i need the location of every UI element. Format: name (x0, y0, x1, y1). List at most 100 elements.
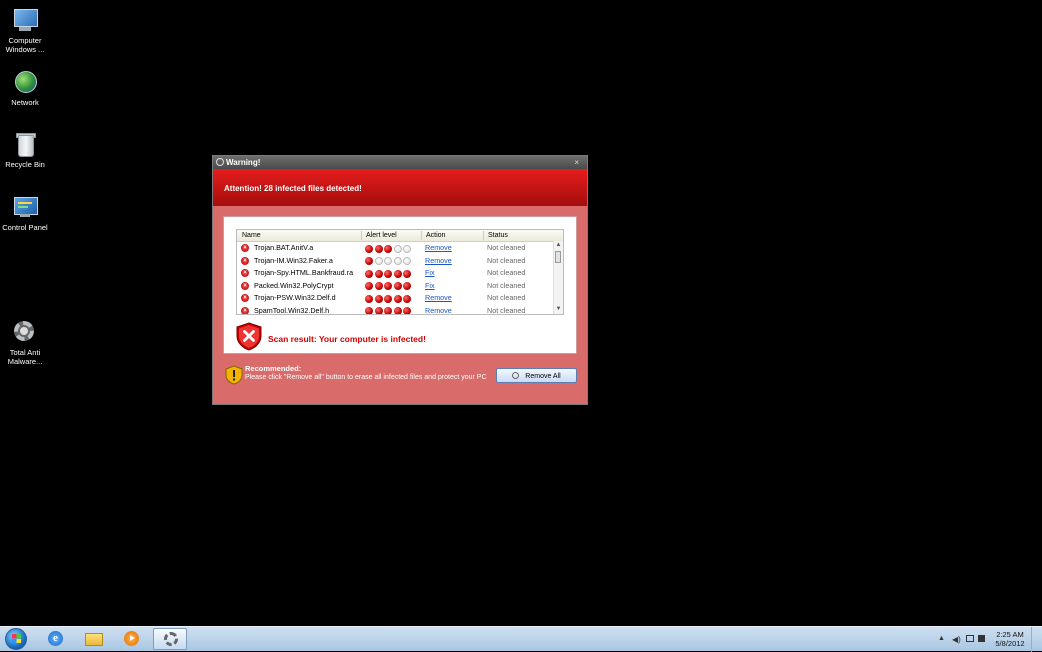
infected-icon: × (241, 244, 249, 252)
action-link[interactable]: Remove (425, 242, 452, 255)
status-text: Not cleaned (487, 255, 526, 265)
internet-explorer-icon: e (48, 631, 63, 646)
desktop-icon-sublabel: Malware... (7, 357, 43, 366)
desktop-icon-label: Computer (8, 36, 42, 45)
alert-level-dot (403, 307, 411, 314)
recycle-bin-icon (11, 131, 39, 157)
alert-level-dot (403, 269, 411, 278)
taskbar-internet-explorer[interactable]: e (38, 628, 72, 650)
infected-icon: × (241, 281, 249, 290)
close-button[interactable]: × (574, 156, 579, 169)
status-text: Not cleaned (487, 268, 526, 277)
threat-name: Trojan-IM.Win32.Faker.a (254, 255, 333, 265)
desktop-icon-computer[interactable]: Computer Windows ... (0, 7, 50, 54)
recommended-text: Please click "Remove all" button to eras… (245, 374, 487, 381)
warning-window: Warning! × Attention! 28 infected files … (212, 155, 588, 405)
desktop-icon-label: Total Anti (9, 348, 41, 357)
action-link[interactable]: Remove (425, 305, 452, 315)
volume-icon[interactable]: ◀) (952, 635, 961, 644)
infected-icon: × (241, 256, 249, 265)
table-row[interactable]: × Trojan.BAT.AnitV.a Remove Not cleaned (237, 242, 555, 255)
window-title: Warning! (226, 158, 261, 167)
column-header-alert-level[interactable]: Alert level (366, 230, 397, 241)
network-icon (11, 69, 39, 95)
desktop-icon-label: Recycle Bin (5, 160, 45, 169)
taskbar-media-player[interactable] (114, 628, 148, 650)
desktop-icon-network[interactable]: Network (0, 69, 50, 107)
network-status-icon[interactable] (966, 635, 974, 642)
desktop-icon-recycle-bin[interactable]: Recycle Bin (0, 131, 50, 169)
start-button[interactable] (5, 628, 27, 650)
alert-level-dot (384, 244, 392, 253)
taskbar-antimalware[interactable] (153, 628, 187, 650)
desktop-icon-label: Network (11, 98, 39, 107)
list-header: Name Alert level Action Status (237, 230, 563, 242)
remove-all-label: Remove All (525, 373, 561, 380)
remove-all-button[interactable]: Remove All (496, 368, 577, 383)
infected-icon: × (241, 269, 249, 277)
clock[interactable]: 2:25 AM 5/8/2012 (990, 630, 1030, 648)
alert-level-dot (374, 257, 383, 265)
app-icon (216, 158, 224, 166)
antimalware-icon (512, 372, 520, 379)
threat-name: Trojan.BAT.AnitV.a (254, 243, 314, 252)
status-text: Not cleaned (487, 293, 526, 302)
action-link[interactable]: Remove (425, 292, 452, 305)
action-link[interactable]: Fix (425, 280, 435, 293)
alert-level-dot (365, 269, 373, 278)
alert-level-dot (374, 294, 383, 303)
scan-result-text: Scan result: Your computer is infected! (268, 334, 426, 344)
scroll-thumb[interactable] (555, 251, 561, 263)
table-row[interactable]: × Trojan-PSW.Win32.Delf.d Remove Not cleane… (237, 292, 555, 305)
infected-icon: × (241, 294, 249, 302)
table-row[interactable]: × Packed.Win32.PolyCrypt Fix Not cleaned (237, 280, 555, 293)
taskbar-explorer[interactable] (76, 628, 110, 650)
computer-icon (11, 7, 39, 33)
status-text: Not cleaned (487, 243, 526, 252)
list-scrollbar[interactable]: ▲ ▼ (553, 241, 563, 314)
clock-date: 5/8/2012 (995, 639, 1025, 648)
clock-time: 2:25 AM (996, 630, 1024, 639)
alert-level-dot (393, 307, 402, 314)
column-header-status[interactable]: Status (488, 230, 508, 241)
column-header-action[interactable]: Action (426, 230, 445, 241)
column-header-name[interactable]: Name (242, 230, 261, 241)
alert-banner: Attention! 28 infected files detected! (213, 169, 587, 206)
media-player-icon (124, 631, 139, 646)
show-desktop-button[interactable] (1031, 627, 1042, 652)
action-link[interactable]: Fix (425, 267, 435, 280)
action-link[interactable]: Remove (425, 255, 452, 268)
infected-icon: × (241, 306, 249, 314)
alert-level-dot (365, 282, 373, 290)
scroll-down-icon[interactable]: ▼ (554, 305, 563, 314)
show-hidden-icons-icon[interactable]: ▲ (938, 635, 945, 642)
desktop-icon-antimalware[interactable]: Total Anti Malware... (0, 319, 50, 366)
status-text: Not cleaned (487, 280, 526, 290)
scroll-up-icon[interactable]: ▲ (554, 241, 563, 250)
folder-icon (85, 633, 103, 646)
warning-shield-icon (225, 365, 243, 385)
alert-level-dot (365, 307, 373, 314)
alert-level-dot (365, 244, 373, 253)
threat-name: Trojan-PSW.Win32.Delf.d (254, 293, 336, 302)
table-row[interactable]: × Trojan-IM.Win32.Faker.a Remove Not cleane… (237, 255, 555, 268)
taskbar: e ▲ ◀) 2:25 AM 5/8/2012 (0, 626, 1042, 652)
desktop-icon-label: Control Panel (2, 223, 48, 232)
scan-results-pane: Name Alert level Action Status × Trojan.B… (223, 216, 577, 354)
window-titlebar[interactable]: Warning! × (213, 156, 587, 169)
desktop-icon-control-panel[interactable]: Control Panel (0, 194, 50, 232)
alert-text: Attention! 28 infected files detected! (224, 184, 362, 193)
alert-level-dot (393, 244, 402, 253)
alert-level-dot (403, 294, 411, 303)
alert-level-dot (374, 307, 383, 314)
alert-level-indicator (365, 307, 413, 314)
alert-level-dot (393, 269, 402, 278)
status-text: Not cleaned (487, 305, 526, 315)
table-row[interactable]: × SpamTool.Win32.Delf.h Remove Not cleaned (237, 305, 555, 315)
action-center-icon[interactable] (978, 635, 985, 642)
desktop-icon-sublabel: Windows ... (5, 45, 45, 54)
table-row[interactable]: × Trojan-Spy.HTML.Bankfraud.ra Fix Not clea… (237, 267, 555, 280)
antimalware-icon (164, 632, 178, 646)
alert-level-dot (384, 257, 392, 265)
alert-level-dot (384, 282, 392, 290)
